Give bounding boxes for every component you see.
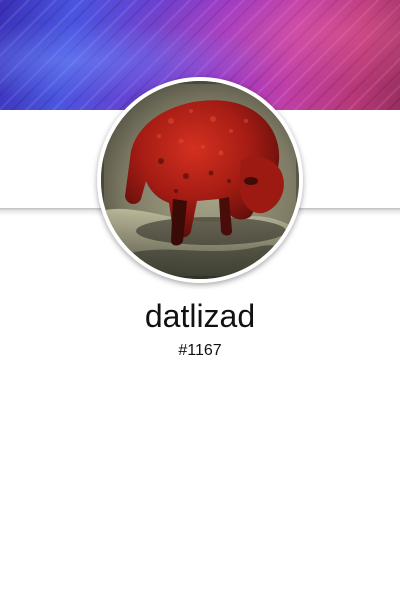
avatar[interactable] <box>101 81 299 279</box>
profile-card: datlizad #1167 <box>0 0 400 600</box>
user-discriminator: #1167 <box>178 342 222 359</box>
avatar-photo-icon <box>101 81 299 279</box>
username: datlizad <box>144 298 256 334</box>
